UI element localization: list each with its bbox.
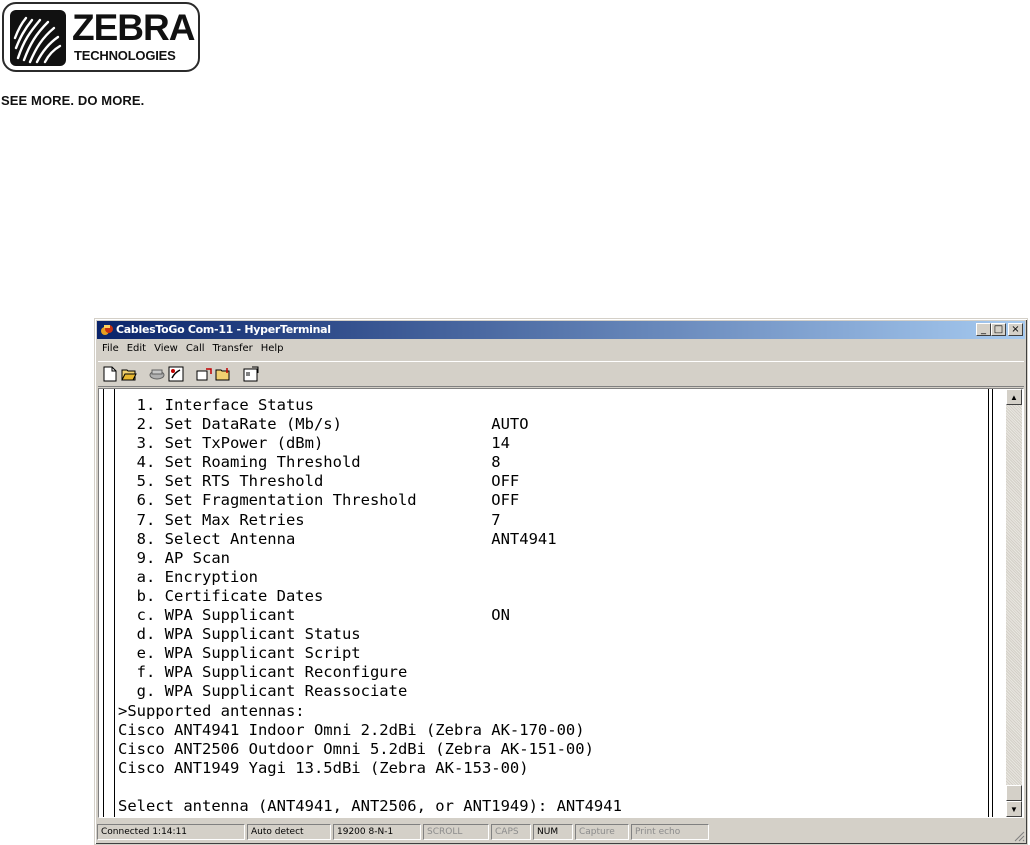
terminal-line: >Supported antennas: [118,701,305,720]
scroll-thumb[interactable] [1006,785,1022,801]
terminal-line: f. WPA Supplicant Reconfigure [118,663,408,682]
status-caps: CAPS [491,824,531,840]
logo-wordmark: ZEBRA [72,7,195,48]
status-detect: Auto detect [247,824,331,840]
close-button[interactable]: × [1008,323,1023,336]
menu-transfer[interactable]: Transfer [209,341,257,359]
terminal-left-margin [99,389,115,817]
status-capture: Capture [575,824,629,840]
scroll-up-icon[interactable]: ▲ [1006,389,1022,405]
menu-view[interactable]: View [150,341,182,359]
terminal-line: 4. Set Roaming Threshold 8 [118,453,501,472]
tagline: SEE MORE. DO MORE. [1,93,145,108]
terminal-line: g. WPA Supplicant Reassociate [118,682,408,701]
terminal-line: Cisco ANT4941 Indoor Omni 2.2dBi (Zebra … [118,720,585,739]
terminal-line: 8. Select Antenna ANT4941 [118,529,557,548]
window-title: CablesToGo Com-11 - HyperTerminal [116,323,331,336]
terminal-right-margin-inner [988,389,989,817]
terminal-output[interactable]: 1. Interface Status 2. Set DataRate (Mb/… [118,396,978,816]
terminal-line: 6. Set Fragmentation Threshold OFF [118,491,520,510]
hyperterminal-app-icon [101,325,113,335]
status-bar: Connected 1:14:11 Auto detect 19200 8-N-… [97,824,1025,842]
terminal-line: 7. Set Max Retries 7 [118,510,501,529]
terminal-line: 3. Set TxPower (dBm) 14 [118,434,510,453]
terminal-line: 9. AP Scan [118,548,230,567]
zebra-head-icon [10,10,66,66]
terminal-line: 1. Interface Status [118,396,314,414]
minimize-button[interactable]: _ [976,323,991,336]
terminal-line: 5. Set RTS Threshold OFF [118,472,520,491]
menu-bar: File Edit View Call Transfer Help [98,341,288,359]
title-bar[interactable]: CablesToGo Com-11 - HyperTerminal _ □ × [97,321,1025,339]
menu-call[interactable]: Call [182,341,209,359]
open-icon[interactable] [120,365,138,383]
status-num: NUM [533,824,573,840]
terminal-line: Cisco ANT2506 Outdoor Omni 5.2dBi (Zebra… [118,739,594,758]
properties-icon[interactable] [242,365,260,383]
status-connected: Connected 1:14:11 [97,824,245,840]
send-icon[interactable] [195,365,213,383]
scroll-down-icon[interactable]: ▼ [1006,801,1022,817]
terminal-line: Cisco ANT1949 Yagi 13.5dBi (Zebra AK-153… [118,758,529,777]
terminal-line: e. WPA Supplicant Script [118,644,361,663]
receive-icon[interactable] [214,365,232,383]
terminal-line: Select antenna (ANT4941, ANT2506, or ANT… [118,796,622,815]
terminal-line: a. Encryption [118,567,258,586]
hyperterminal-window: CablesToGo Com-11 - HyperTerminal _ □ × … [94,318,1028,845]
resize-grip-icon[interactable] [1013,830,1025,842]
new-icon[interactable] [101,365,119,383]
terminal-line: b. Certificate Dates [118,586,324,605]
zebra-logo: ZEBRA TECHNOLOGIES [2,2,200,72]
status-scroll: SCROLL [423,824,489,840]
disconnect-icon[interactable] [148,365,166,383]
menu-file[interactable]: File [98,341,123,359]
status-print-echo: Print echo [631,824,709,840]
menu-help[interactable]: Help [257,341,288,359]
menu-edit[interactable]: Edit [123,341,150,359]
terminal-line: d. WPA Supplicant Status [118,625,361,644]
terminal-frame: 1. Interface Status 2. Set DataRate (Mb/… [98,388,1024,818]
maximize-button[interactable]: □ [991,323,1006,336]
call-icon[interactable] [167,365,185,383]
terminal-line: c. WPA Supplicant ON [118,606,510,625]
toolbar [98,361,1024,387]
terminal-right-margin [992,389,993,817]
vertical-scrollbar[interactable]: ▲ ▼ [1006,389,1022,817]
logo-subtitle: TECHNOLOGIES [74,48,176,63]
terminal-line: 2. Set DataRate (Mb/s) AUTO [118,415,529,434]
status-settings: 19200 8-N-1 [333,824,421,840]
